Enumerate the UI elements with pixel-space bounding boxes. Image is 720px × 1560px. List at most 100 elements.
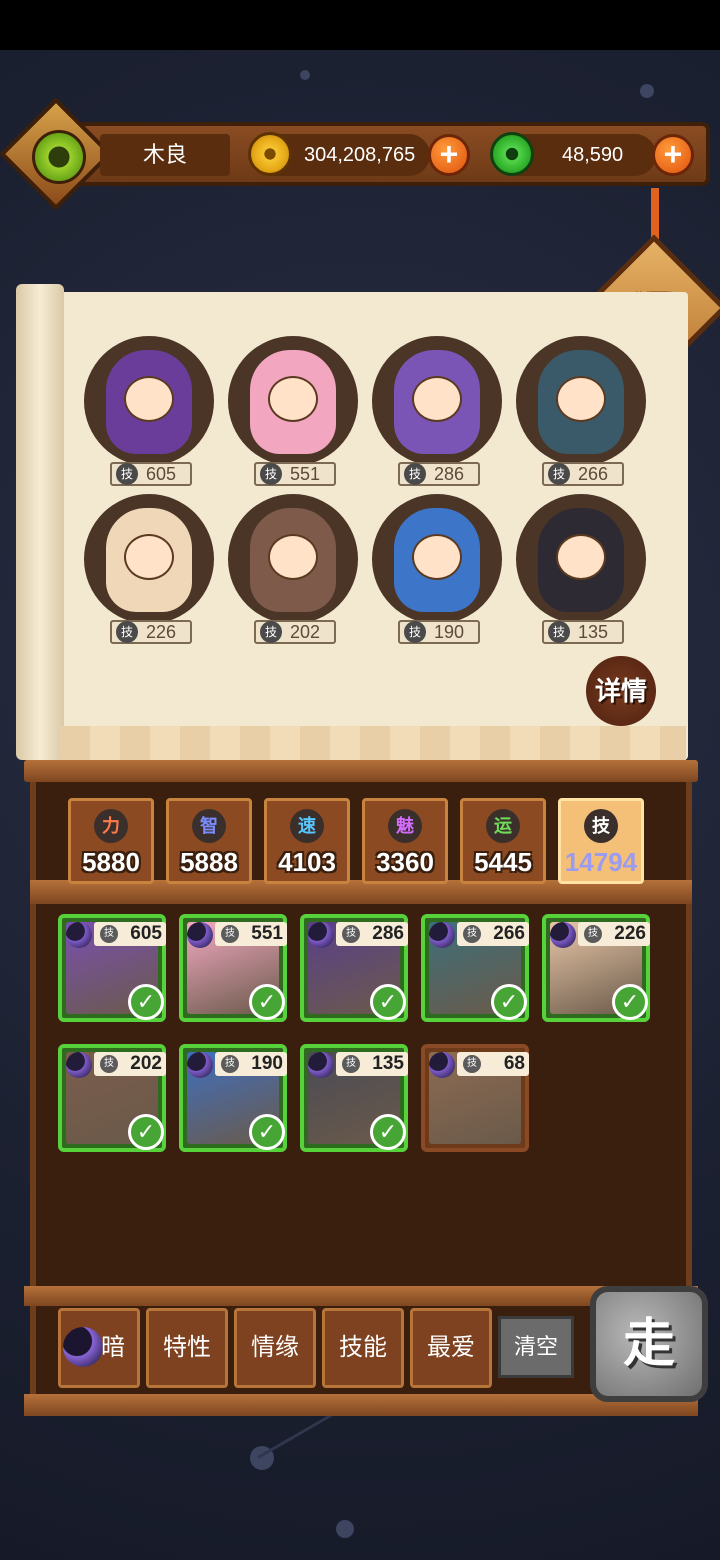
skill-icon: 技: [463, 1055, 481, 1073]
stat-value: 14794: [564, 847, 638, 877]
skill-icon: 技: [100, 1055, 118, 1073]
dark-orb-icon: [429, 922, 455, 948]
dark-orb-icon: [550, 922, 576, 948]
showcase-hero[interactable]: [516, 494, 646, 624]
skill-icon: 技: [584, 925, 602, 943]
jade-amount: 48,590: [562, 144, 624, 166]
hero-card[interactable]: 551 技 ✓: [179, 914, 287, 1022]
dark-orb-icon: [308, 922, 334, 948]
dark-orb-icon: [308, 1052, 334, 1078]
hero-skill-tag: 技 135: [542, 620, 624, 644]
hero-skill-value: 190: [434, 622, 465, 642]
add-gold-button[interactable]: +: [428, 134, 470, 176]
player-name: 木良: [100, 134, 230, 176]
stat-tab[interactable]: 力 5880: [68, 798, 154, 884]
stat-tab[interactable]: 技 14794: [558, 798, 644, 884]
stat-icon: 速: [290, 809, 324, 843]
stat-tab[interactable]: 智 5888: [166, 798, 252, 884]
stat-tab[interactable]: 运 5445: [460, 798, 546, 884]
hero-card[interactable]: 135 技 ✓: [300, 1044, 408, 1152]
stat-value: 4103: [278, 847, 336, 877]
stat-icon: 技: [584, 809, 618, 843]
selected-check-icon: ✓: [370, 1114, 406, 1150]
stat-value: 5888: [180, 847, 238, 877]
dark-orb-icon: [66, 922, 92, 948]
skill-icon: 技: [548, 463, 570, 485]
showcase-hero[interactable]: [372, 336, 502, 466]
filter-skill-button[interactable]: 技能: [322, 1308, 404, 1388]
gold-amount: 304,208,765: [304, 144, 416, 166]
skill-icon: 技: [404, 621, 426, 643]
scroll-pattern: [60, 726, 686, 762]
hero-face: [412, 534, 462, 580]
hero-skill-value: 605: [146, 464, 177, 484]
hero-card[interactable]: 266 技 ✓: [421, 914, 529, 1022]
skill-icon: 技: [260, 463, 282, 485]
hero-card[interactable]: 68 技: [421, 1044, 529, 1152]
skill-icon: 技: [116, 463, 138, 485]
hero-skill-value: 551: [290, 464, 321, 484]
stat-icon: 运: [486, 809, 520, 843]
hero-skill-tag: 技 551: [254, 462, 336, 486]
hero-card[interactable]: 202 技 ✓: [58, 1044, 166, 1152]
dark-orb-icon: [187, 922, 213, 948]
selected-check-icon: ✓: [128, 1114, 164, 1150]
skill-icon: 技: [100, 925, 118, 943]
stat-value: 3360: [376, 847, 434, 877]
filter-trait-button[interactable]: 特性: [146, 1308, 228, 1388]
detail-button[interactable]: 详情: [586, 656, 656, 726]
hero-skill-tag: 技 605: [110, 462, 192, 486]
hero-card[interactable]: 226 技 ✓: [542, 914, 650, 1022]
skill-icon: 技: [404, 463, 426, 485]
filter-bond-button[interactable]: 情缘: [234, 1308, 316, 1388]
dark-orb-icon: [66, 1052, 92, 1078]
filter-dark-label: 暗: [101, 1334, 125, 1361]
filter-dark-button[interactable]: 暗: [58, 1308, 140, 1388]
showcase-hero[interactable]: [84, 494, 214, 624]
stat-tab[interactable]: 魅 3360: [362, 798, 448, 884]
filter-favorite-button[interactable]: 最爱: [410, 1308, 492, 1388]
showcase-hero[interactable]: [516, 336, 646, 466]
hero-face: [268, 534, 318, 580]
hero-skill-value: 266: [578, 464, 609, 484]
hero-card[interactable]: 605 技 ✓: [58, 914, 166, 1022]
hero-skill-tag: 技 190: [398, 620, 480, 644]
dark-orb-icon: [429, 1052, 455, 1078]
add-jade-button[interactable]: +: [652, 134, 694, 176]
hero-card[interactable]: 286 技 ✓: [300, 914, 408, 1022]
status-bar: [0, 0, 720, 50]
star-decoration: [336, 1520, 354, 1538]
hero-skill-value: 202: [290, 622, 321, 642]
selected-check-icon: ✓: [249, 984, 285, 1020]
showcase-hero[interactable]: [228, 494, 358, 624]
hero-skill-value: 226: [146, 622, 177, 642]
stat-icon: 魅: [388, 809, 422, 843]
hero-face: [556, 376, 606, 422]
showcase-hero[interactable]: [84, 336, 214, 466]
hero-skill-tag: 技 286: [398, 462, 480, 486]
skill-icon: 技: [221, 1055, 239, 1073]
dark-orb-icon: [187, 1052, 213, 1078]
stat-tab[interactable]: 速 4103: [264, 798, 350, 884]
stat-icon: 力: [94, 809, 128, 843]
shelf-top-board: [24, 760, 698, 782]
hero-card[interactable]: 190 技 ✓: [179, 1044, 287, 1152]
hero-skill-value: 135: [578, 622, 609, 642]
skill-icon: 技: [260, 621, 282, 643]
clear-button[interactable]: 清空: [498, 1316, 574, 1378]
hero-skill-value: 286: [434, 464, 465, 484]
hero-face: [124, 376, 174, 422]
skill-icon: 技: [116, 621, 138, 643]
skill-icon: 技: [342, 925, 360, 943]
hero-face: [268, 376, 318, 422]
go-button[interactable]: 走: [590, 1286, 708, 1402]
skill-icon: 技: [548, 621, 570, 643]
selected-check-icon: ✓: [612, 984, 648, 1020]
star-decoration: [300, 70, 310, 80]
showcase-hero[interactable]: [228, 336, 358, 466]
avatar[interactable]: [32, 130, 86, 184]
selected-check-icon: ✓: [370, 984, 406, 1020]
showcase-hero[interactable]: [372, 494, 502, 624]
gold-coin-icon: [248, 132, 292, 176]
hero-skill-tag: 技 202: [254, 620, 336, 644]
